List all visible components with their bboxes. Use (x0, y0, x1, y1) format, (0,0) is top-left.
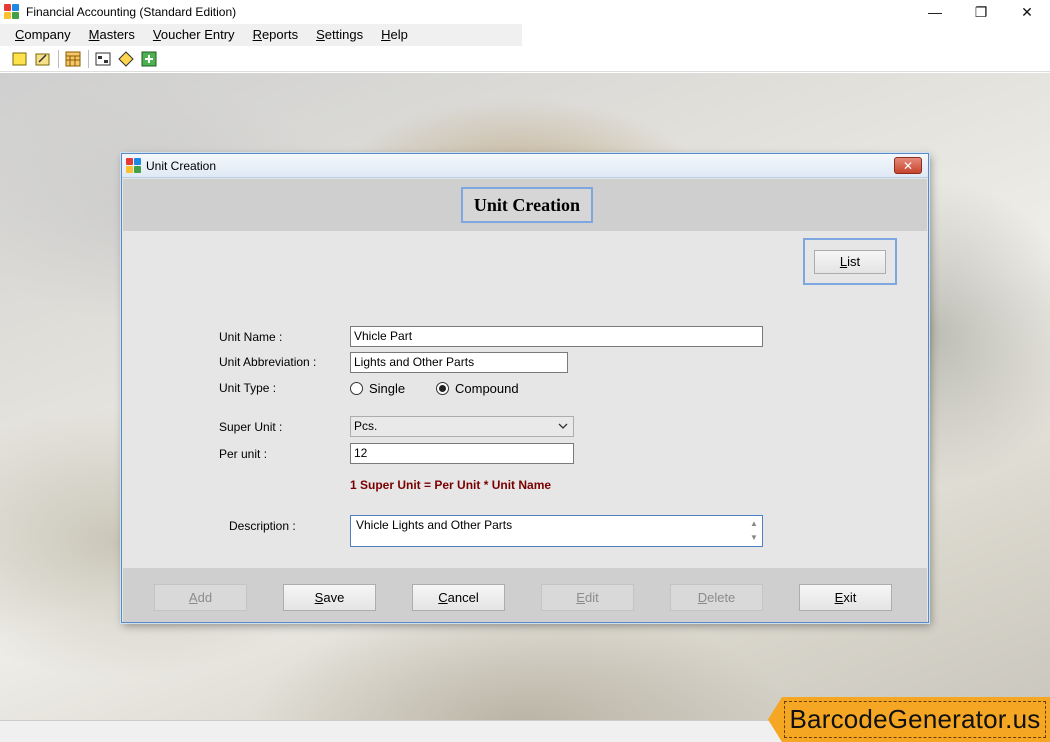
window-controls: — ❐ ✕ (912, 0, 1050, 24)
app-logo-icon (4, 4, 20, 20)
menu-reports[interactable]: Reports (244, 24, 308, 46)
list-button-mnemonic: L (839, 254, 848, 269)
description-label: Description : (229, 519, 296, 533)
super-unit-label: Super Unit : (219, 420, 283, 434)
menu-settings-mnemonic: S (316, 27, 325, 42)
list-button[interactable]: List (814, 249, 886, 274)
list-button-frame: List (803, 238, 897, 285)
menu-reports-mnemonic: R (252, 27, 262, 42)
unit-name-label: Unit Name : (219, 330, 283, 344)
menu-bar: Company Masters Voucher Entry Reports Se… (0, 24, 522, 46)
unit-type-single-radio[interactable]: Single (350, 381, 405, 396)
dialog-title: Unit Creation (146, 158, 217, 173)
unit-abbreviation-input[interactable]: Lights and Other Parts (350, 352, 568, 373)
list-button-label: ist (847, 254, 861, 269)
menu-bar-filler (522, 24, 1050, 46)
unit-type-label: Unit Type : (219, 381, 277, 395)
cancel-button-mnemonic: C (438, 590, 448, 605)
edit-button-mnemonic: E (576, 590, 585, 605)
menu-settings-label: ettings (324, 27, 364, 42)
toolbar (0, 46, 1050, 72)
calculator-icon[interactable] (63, 49, 83, 69)
unit-type-compound-label: Compound (455, 381, 519, 396)
cancel-button[interactable]: Cancel (412, 584, 505, 611)
save-button[interactable]: Save (283, 584, 376, 611)
toolbar-separator (88, 49, 89, 68)
app-titlebar: Financial Accounting (Standard Edition) … (0, 0, 1050, 24)
section-title: Unit Creation (461, 187, 593, 223)
radio-unchecked-icon (350, 382, 363, 395)
radio-checked-icon (436, 382, 449, 395)
per-unit-input[interactable]: 12 (350, 443, 574, 464)
minimize-button[interactable]: — (912, 0, 958, 24)
menu-company[interactable]: Company (6, 24, 80, 46)
chevron-down-icon (558, 423, 568, 429)
unit-abbreviation-label: Unit Abbreviation : (219, 355, 317, 369)
dialog-header: Unit Creation (123, 179, 927, 231)
watermark-text: BarcodeGenerator.us (789, 704, 1041, 734)
unit-formula-hint: 1 Super Unit = Per Unit * Unit Name (350, 478, 552, 492)
menu-masters[interactable]: Masters (80, 24, 144, 46)
save-button-label: ave (323, 590, 345, 605)
app-title: Financial Accounting (Standard Edition) (26, 5, 237, 19)
per-unit-label: Per unit : (219, 447, 268, 461)
dialog-logo-icon (126, 157, 142, 174)
exit-button[interactable]: Exit (799, 584, 892, 611)
scroll-down-icon[interactable]: ▼ (748, 531, 760, 545)
menu-masters-mnemonic: M (88, 27, 100, 42)
export-icon[interactable] (139, 49, 159, 69)
description-value: Vhicle Lights and Other Parts (356, 518, 513, 532)
scroll-up-icon[interactable]: ▲ (748, 517, 760, 531)
new-icon[interactable] (10, 49, 30, 69)
calendar-icon[interactable] (93, 49, 113, 69)
menu-voucher-entry[interactable]: Voucher Entry (144, 24, 244, 46)
save-button-mnemonic: S (314, 590, 324, 605)
menu-company-label: ompany (24, 27, 71, 42)
add-button-mnemonic: A (188, 590, 198, 605)
watermark-frame: BarcodeGenerator.us (784, 701, 1046, 738)
dialog-close-button[interactable]: ✕ (894, 157, 922, 174)
watermark-badge: BarcodeGenerator.us (768, 697, 1050, 742)
dialog-titlebar: Unit Creation ✕ (122, 154, 928, 178)
menu-settings[interactable]: Settings (307, 24, 372, 46)
description-textarea[interactable]: Vhicle Lights and Other Parts ▲ ▼ (350, 515, 763, 547)
unit-type-single-label: Single (369, 381, 406, 396)
tag-icon[interactable] (116, 49, 136, 69)
delete-button[interactable]: Delete (670, 584, 763, 611)
cancel-button-label: ancel (447, 590, 479, 605)
unit-name-input[interactable]: Vhicle Part (350, 326, 763, 347)
exit-button-label: xit (843, 590, 857, 605)
unit-creation-dialog: Unit Creation ✕ Unit Creation List Unit … (121, 153, 929, 623)
dialog-footer: Add Save Cancel Edit Delete Exit (123, 568, 927, 622)
menu-help[interactable]: Help (372, 24, 417, 46)
edit-button[interactable]: Edit (541, 584, 634, 611)
toolbar-separator (58, 49, 59, 68)
exit-button-mnemonic: E (834, 590, 844, 605)
textarea-scrollbar[interactable]: ▲ ▼ (748, 517, 760, 545)
add-button-label: dd (197, 590, 213, 605)
edit-button-label: dit (584, 590, 599, 605)
add-button[interactable]: Add (154, 584, 247, 611)
super-unit-select[interactable]: Pcs. (350, 416, 574, 437)
menu-reports-label: eports (261, 27, 299, 42)
unit-type-compound-radio[interactable]: Compound (436, 381, 519, 396)
delete-button-label: elete (707, 590, 736, 605)
maximize-button[interactable]: ❐ (958, 0, 1004, 24)
close-button[interactable]: ✕ (1004, 0, 1050, 24)
menu-help-label: elp (390, 27, 408, 42)
close-icon: ✕ (902, 158, 914, 173)
menu-voucher-entry-label: oucher Entry (160, 27, 235, 42)
menu-masters-label: asters (99, 27, 135, 42)
menu-company-mnemonic: C (15, 27, 25, 42)
super-unit-value: Pcs. (354, 419, 378, 433)
open-icon[interactable] (33, 49, 53, 69)
menu-voucher-entry-mnemonic: V (152, 27, 161, 42)
delete-button-mnemonic: D (697, 590, 708, 605)
